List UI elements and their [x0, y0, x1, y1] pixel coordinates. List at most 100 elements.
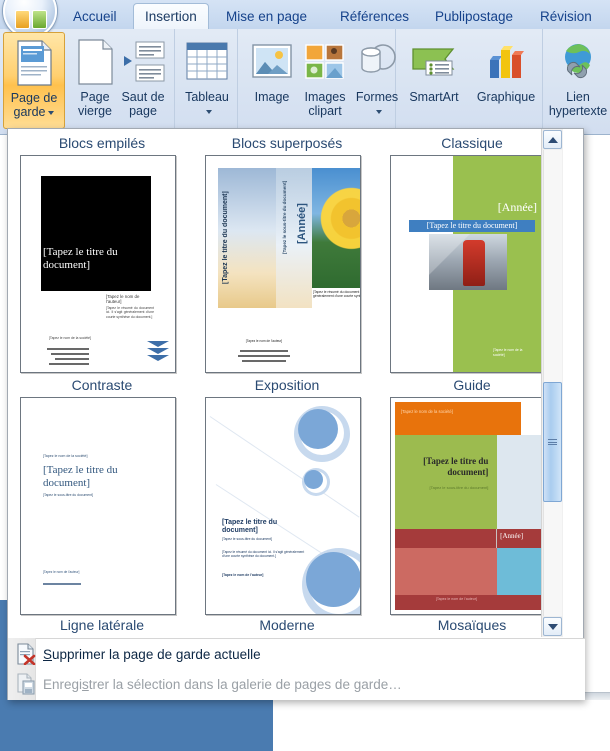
moderne-author-placeholder: [Tapez le nom de l'auteur] — [222, 573, 264, 577]
save-selection-icon — [9, 673, 43, 695]
menu-label-rest: upprimer la page de garde actuelle — [52, 646, 261, 662]
gallery-heading-ligne-laterale: Ligne latérale — [59, 617, 145, 633]
exposition-sunflower-photo — [312, 168, 360, 288]
ribbon-button-label-line1: Formes — [355, 90, 399, 104]
gallery-scrollbar-thumb[interactable] — [543, 382, 562, 502]
ribbon-tabbar: Accueil Insertion Mise en page Référence… — [0, 0, 610, 38]
gallery-heading-blocs-superposes: Blocs superposés — [231, 135, 343, 151]
mosaiques-layout: [Tapez le nom de la société] [Tapez le n… — [395, 402, 541, 610]
gallery-thumb-exposition[interactable]: [Tapez le titre du document] [Tapez le s… — [205, 155, 361, 373]
mosaiques-lightblue-block — [497, 435, 541, 529]
menu-item-label: Enregistrer la sélection dans la galerie… — [43, 677, 402, 692]
gallery-thumb-ligne-laterale[interactable]: [Tapez le nom de la société] [Tapez le t… — [20, 397, 176, 615]
ribbon-button-page-de-garde[interactable]: Page de garde — [3, 32, 65, 129]
gallery-thumb-moderne[interactable]: [Tapez le titre du document] [Tapez le s… — [205, 397, 361, 615]
ribbon-button-label-line1: Tableau — [185, 90, 229, 104]
ribbon-button-label-line1: Page de — [10, 91, 58, 105]
ribbon-button-label-line2: vierge — [77, 104, 113, 118]
guide-company-placeholder: [Tapez le nom de la société] — [493, 348, 523, 357]
menu-item-supprimer-page-de-garde[interactable]: Supprimer la page de garde actuelle — [9, 639, 584, 669]
chevron-down-icon[interactable] — [375, 109, 382, 114]
gallery-thumb-mosaiques[interactable]: [Tapez le nom de la société] [Tapez le n… — [390, 397, 546, 615]
guide-train-shape — [463, 240, 485, 286]
menu-label-pre: Enregi — [43, 676, 83, 692]
cover-page-gallery: Blocs empilés Blocs superposés Classique… — [8, 129, 563, 637]
gallery-heading-contraste: Contraste — [71, 377, 133, 393]
mosaiques-year-placeholder: [Année] — [500, 532, 524, 540]
gallery-scroll-up-button[interactable] — [543, 130, 562, 149]
tab-references[interactable]: Références — [329, 4, 420, 29]
menu-accel-char: S — [43, 646, 53, 662]
tab-mise-en-page[interactable]: Mise en page — [215, 4, 318, 29]
chevron-down-icon[interactable] — [48, 110, 55, 115]
orb-square-orange-icon — [15, 10, 30, 29]
tab-publipostage[interactable]: Publipostage — [424, 4, 524, 29]
mosaiques-orange-band: [Tapez le nom de la société] — [395, 402, 521, 436]
ribbon-button-lien-hypertexte[interactable]: Lien hypertexte — [546, 32, 610, 129]
table-icon — [186, 34, 228, 90]
ribbon-button-label-line2: garde — [13, 105, 46, 119]
menu-accel-char: s — [82, 676, 89, 692]
gallery-scroll-down-button[interactable] — [543, 617, 562, 636]
tab-revision[interactable]: Révision — [529, 4, 603, 29]
ribbon-button-label-line2: clipart — [308, 104, 342, 118]
mosaiques-darkred-row-left — [395, 528, 498, 548]
exposition-title-placeholder: [Tapez le titre du document] — [222, 191, 229, 284]
exposition-year-placeholder: [Année] — [296, 203, 308, 244]
contraste-author-placeholder: [Tapez le nom de l'auteur] — [106, 294, 140, 304]
cover-page-icon — [16, 35, 52, 91]
contraste-abstract-placeholder: [Tapez le résumé du document ici. Il s'a… — [106, 306, 154, 319]
ligne-laterale-author-placeholder: [Tapez le nom de l'auteur] — [43, 570, 80, 574]
ribbon-group-pages: Page de garde Page vierge Saut de page — [0, 29, 175, 135]
ribbon-button-label-line1: Saut de — [121, 90, 165, 104]
gallery-heading-classique: Classique — [441, 135, 503, 151]
ribbon-group-illustrations: Image Images clipart Formes — [238, 29, 399, 135]
contraste-company-placeholder: [Tapez le nom de la société] — [48, 336, 91, 340]
gallery-thumb-guide[interactable]: [Année] [Tapez le titre du document] [Ta… — [390, 155, 546, 373]
ribbon-body: Page de garde Page vierge Saut de page T… — [0, 29, 610, 135]
mosaiques-subtitle-placeholder: [Tapez le sous-titre du document] — [429, 485, 489, 491]
ribbon-button-label-line1: Page — [80, 90, 110, 104]
ligne-laterale-title-placeholder: [Tapez le titre du document] — [43, 464, 118, 489]
menu-item-enregistrer-selection[interactable]: Enregistrer la sélection dans la galerie… — [9, 669, 584, 699]
ligne-laterale-company-placeholder: [Tapez le nom de la société] — [43, 454, 88, 458]
chevron-down-icon[interactable] — [205, 109, 212, 114]
moderne-title-placeholder: [Tapez le titre du document] — [222, 519, 278, 534]
gallery-heading-mosaiques: Mosaïques — [437, 617, 507, 633]
gallery-heading-blocs-empiles: Blocs empilés — [58, 135, 146, 151]
guide-year-placeholder: [Année] — [497, 200, 537, 214]
ribbon-button-label-line2: hypertexte — [548, 104, 608, 118]
ribbon-button-label-line1: Lien — [566, 90, 590, 104]
contraste-chevrons-icon — [147, 341, 169, 362]
exposition-author-placeholder: [Tapez le nom de l'auteur] — [245, 339, 283, 343]
contraste-black-block — [41, 176, 151, 291]
menu-label-rest: trer la sélection dans la galerie de pag… — [88, 676, 402, 692]
gallery-scrollbar[interactable] — [541, 129, 563, 637]
gallery-thumb-contraste[interactable]: [Tapez le titre du document] [Tapez le n… — [20, 155, 176, 373]
mosaiques-title-placeholder: [Tapez le titre du document] — [423, 456, 489, 478]
ribbon-button-saut-de-page[interactable]: Saut de page — [112, 32, 174, 129]
moderne-circle-large-inner — [298, 409, 338, 449]
clipart-icon — [304, 34, 346, 90]
gallery-heading-exposition: Exposition — [254, 377, 320, 393]
smartart-icon — [410, 34, 458, 90]
ribbon-button-smartart[interactable]: SmartArt — [398, 32, 470, 129]
mosaiques-cyan-block — [497, 547, 541, 596]
blank-page-icon — [77, 34, 113, 90]
ribbon-button-label-line2: page — [129, 104, 157, 118]
gallery-menu: Supprimer la page de garde actuelle Enre… — [8, 638, 585, 700]
shapes-icon — [354, 34, 400, 90]
hyperlink-icon — [556, 34, 600, 90]
mosaiques-company-placeholder: [Tapez le nom de la société] — [401, 409, 453, 414]
ribbon-group-smartart: SmartArt Graphique — [396, 29, 543, 135]
ribbon-button-label-line1: Images — [304, 90, 346, 104]
ligne-laterale-subtitle-placeholder: [Tapez le sous-titre du document] — [43, 493, 93, 497]
chart-icon — [484, 34, 528, 90]
mosaiques-footer-band: [Tapez le nom de l'auteur] — [395, 595, 541, 610]
ribbon-button-tableau[interactable]: Tableau — [176, 32, 238, 129]
picture-icon — [251, 34, 293, 90]
exposition-abstract-placeholder: [Tapez le résumé du document ici. Il s'a… — [313, 290, 361, 299]
ribbon-button-graphique[interactable]: Graphique — [470, 32, 542, 129]
tab-accueil[interactable]: Accueil — [62, 4, 128, 29]
tab-insertion[interactable]: Insertion — [133, 3, 209, 29]
